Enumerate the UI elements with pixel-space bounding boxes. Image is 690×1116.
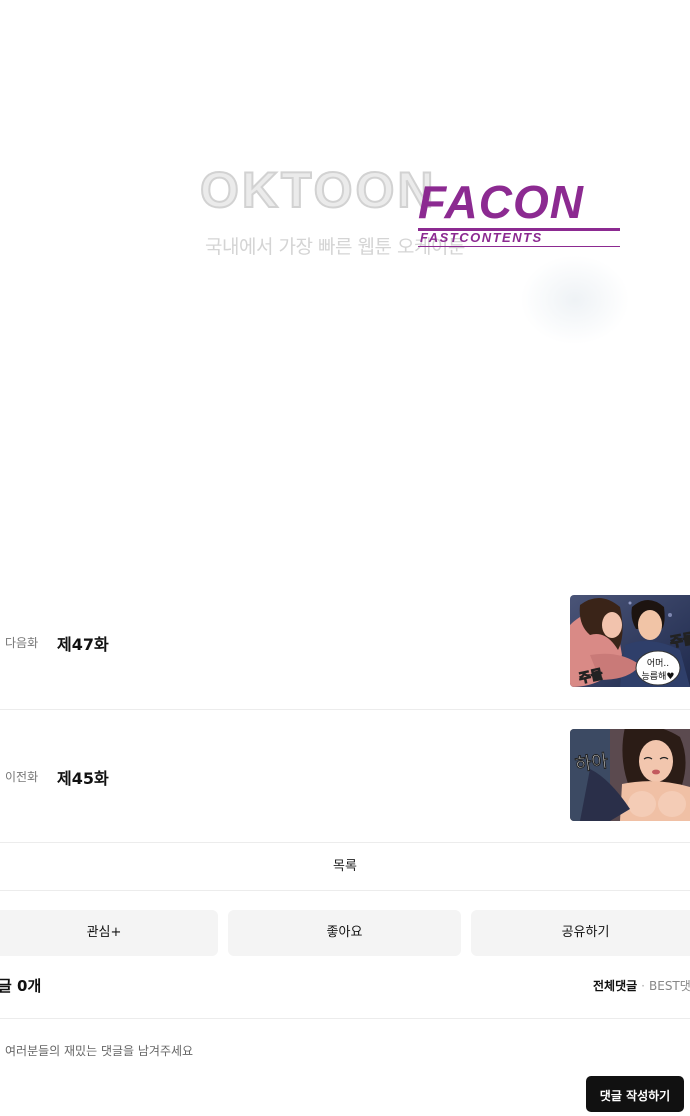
next-episode-thumbnail[interactable]: 어머.. 능름해♥ 주물 주물: [570, 595, 690, 687]
next-thumbnail-art: 어머.. 능름해♥ 주물 주물: [570, 595, 690, 687]
previous-episode-kind: 이전화: [5, 770, 39, 784]
next-thumb-bubble-line1: 어머..: [647, 658, 669, 669]
like-button[interactable]: 좋아요: [228, 910, 461, 956]
share-button[interactable]: 공유하기: [471, 910, 690, 956]
episode-list-link[interactable]: 목록: [0, 842, 690, 891]
previous-episode-link[interactable]: 이전화 제45화 하아: [0, 709, 690, 843]
comment-input[interactable]: [5, 1044, 565, 1058]
next-episode-link[interactable]: 다음화 제47화 어머.. 능름해♥ 주물 주물: [0, 576, 690, 709]
facon-tagline: FASTCONTENTS: [420, 230, 543, 245]
previous-episode-thumbnail[interactable]: 하아: [570, 729, 690, 821]
next-episode-kind: 다음화: [5, 636, 39, 650]
comment-count: 글 0개: [0, 977, 42, 995]
comment-sort-tabs: 전체댓글 · BEST댓: [593, 977, 690, 994]
tab-best-comments[interactable]: BEST댓: [649, 979, 690, 993]
facon-logo-rule-bottom: [418, 246, 620, 247]
tab-all-comments[interactable]: 전체댓글: [593, 979, 637, 993]
write-comment-button[interactable]: 댓글 작성하기: [586, 1076, 684, 1112]
next-episode-title: 제47화: [57, 635, 109, 654]
comment-divider: [0, 1018, 690, 1019]
next-thumb-sfx-right: 주물: [669, 631, 690, 651]
next-thumb-bubble-line2: 능름해♥: [642, 671, 675, 682]
facon-logo: FACON: [418, 176, 584, 228]
oktoon-logo: OKTOON: [199, 161, 437, 219]
decorative-smudge: [520, 255, 630, 345]
tab-separator: ·: [641, 979, 645, 993]
previous-episode-title: 제45화: [57, 769, 109, 788]
previous-thumbnail-art: 하아: [570, 729, 690, 821]
favorite-button[interactable]: 관심+: [0, 910, 218, 956]
